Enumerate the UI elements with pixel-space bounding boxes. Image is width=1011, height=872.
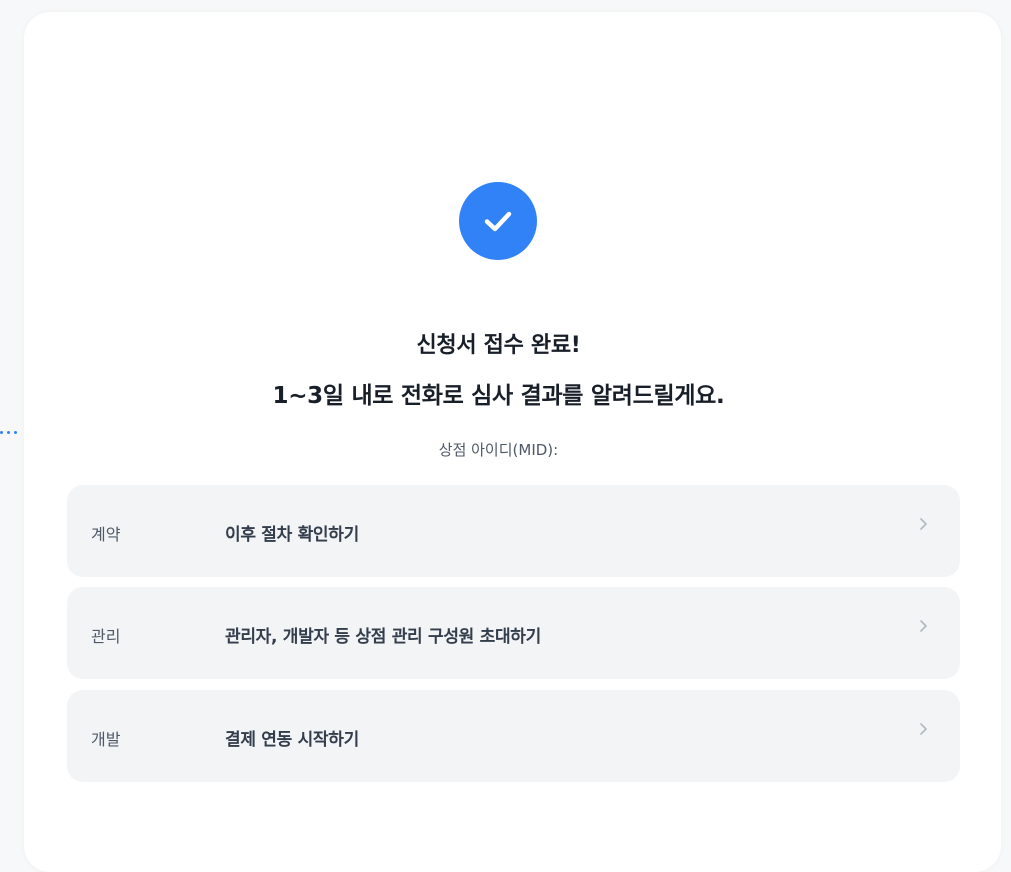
- chevron-right-icon: [920, 518, 927, 530]
- step-row-management[interactable]: 관리 관리자, 개발자 등 상점 관리 구성원 초대하기: [67, 587, 960, 679]
- completion-title: 신청서 접수 완료!: [416, 333, 581, 358]
- step-label: 결제 연동 시작하기: [225, 730, 359, 750]
- chevron-right-icon: [920, 620, 927, 632]
- chevron-right-icon: [920, 723, 927, 735]
- dot: [0, 430, 3, 434]
- step-category: 계약: [91, 525, 121, 544]
- mid-label: 상점 아이디(MID):: [438, 441, 559, 459]
- checkmark-icon: [484, 211, 512, 232]
- dot: [7, 430, 10, 434]
- step-row-contract[interactable]: 계약 이후 절차 확인하기: [67, 485, 960, 577]
- check-circle-icon: [459, 182, 537, 260]
- step-category: 개발: [91, 730, 121, 749]
- step-row-development[interactable]: 개발 결제 연동 시작하기: [67, 690, 960, 782]
- step-label: 이후 절차 확인하기: [225, 525, 359, 545]
- step-label: 관리자, 개발자 등 상점 관리 구성원 초대하기: [225, 627, 541, 647]
- step-category: 관리: [91, 627, 121, 646]
- loading-dots: [0, 427, 26, 437]
- completion-subtitle: 1~3일 내로 전화로 심사 결과를 알려드릴게요.: [272, 383, 725, 409]
- completion-card: 신청서 접수 완료! 1~3일 내로 전화로 심사 결과를 알려드릴게요. 상점…: [24, 12, 1001, 872]
- dot: [14, 430, 17, 434]
